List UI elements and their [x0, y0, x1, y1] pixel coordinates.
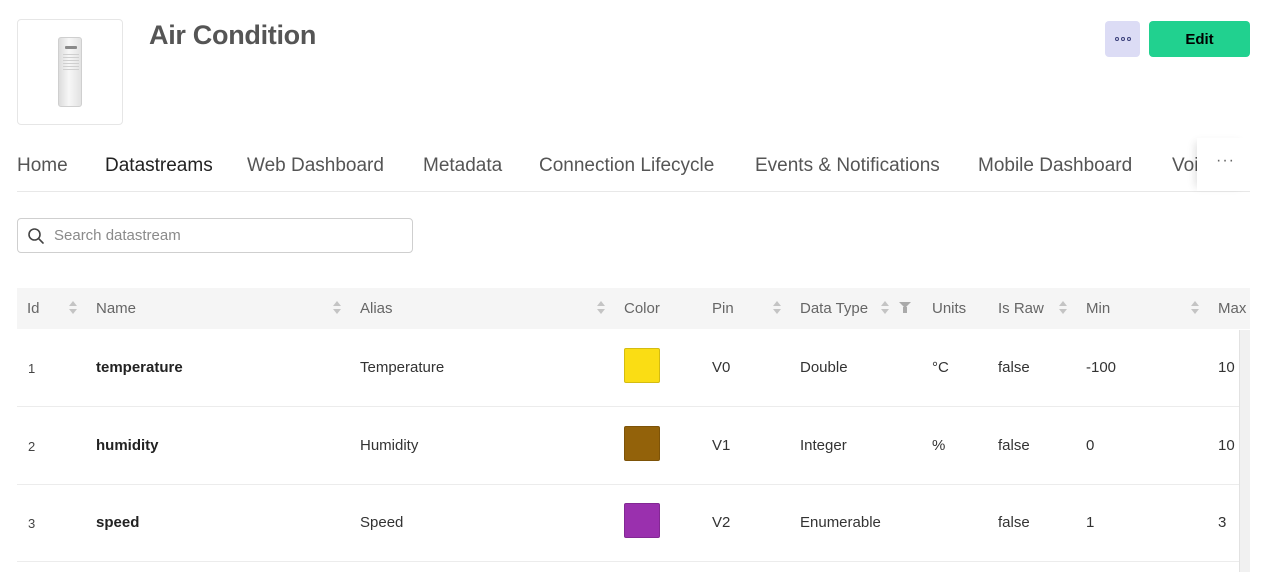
column-header-name[interactable]: Name [96, 300, 136, 317]
sort-icon[interactable] [333, 301, 341, 315]
cell-alias: Speed [360, 514, 404, 531]
cell-pin: V2 [712, 514, 731, 531]
cell-data-type: Enumerable [800, 514, 881, 531]
cell-is-raw: false [998, 359, 1030, 376]
datastreams-table: Id Name Alias Color Pin Data Type Units … [17, 288, 1250, 572]
column-header-min[interactable]: Min [1086, 300, 1110, 317]
cell-is-raw: false [998, 514, 1030, 531]
sort-icon[interactable] [773, 301, 781, 315]
column-header-is-raw[interactable]: Is Raw [998, 300, 1044, 317]
column-header-units: Units [932, 300, 967, 317]
cell-max: 10 [1218, 359, 1235, 376]
table-row[interactable]: 2 humidity Humidity V1 Integer % false 0… [17, 407, 1250, 485]
cell-units: °C [932, 359, 949, 376]
sort-icon[interactable] [881, 301, 889, 315]
column-header-max[interactable]: Max [1218, 300, 1246, 317]
more-options-button[interactable] [1105, 21, 1140, 57]
cell-data-type: Integer [800, 437, 847, 454]
search-icon [18, 219, 54, 252]
cell-id: 2 [28, 439, 36, 454]
tab-bar: Home Datastreams Web Dashboard Metadata … [17, 138, 1250, 192]
column-header-pin[interactable]: Pin [712, 300, 734, 317]
color-swatch [624, 426, 660, 461]
table-scrollbar[interactable] [1239, 330, 1250, 572]
cell-id: 3 [28, 516, 36, 531]
tab-home[interactable]: Home [17, 155, 68, 177]
device-thumbnail [17, 19, 123, 125]
cell-units: % [932, 437, 946, 454]
sort-icon[interactable] [597, 301, 605, 315]
cell-is-raw: false [998, 437, 1030, 454]
tab-events-notifications[interactable]: Events & Notifications [755, 155, 940, 177]
sort-icon[interactable] [1059, 301, 1067, 315]
more-options-icon [1114, 37, 1119, 41]
column-header-color: Color [624, 300, 660, 317]
cell-name: speed [96, 514, 140, 531]
color-swatch [624, 503, 660, 538]
column-header-data-type[interactable]: Data Type [800, 300, 868, 317]
tab-web-dashboard[interactable]: Web Dashboard [247, 155, 384, 177]
tab-connection-lifecycle[interactable]: Connection Lifecycle [539, 155, 714, 177]
tabs-viewport: Home Datastreams Web Dashboard Metadata … [17, 138, 1197, 191]
page-title: Air Condition [149, 20, 317, 50]
cell-max: 10 [1218, 437, 1235, 454]
cell-alias: Temperature [360, 359, 445, 376]
cell-alias: Humidity [360, 437, 419, 454]
search-input[interactable] [54, 227, 412, 244]
cell-min: 1 [1086, 514, 1095, 531]
table-row[interactable]: 3 speed Speed V2 Enumerable false 1 3 [17, 484, 1250, 562]
cell-pin: V1 [712, 437, 731, 454]
tab-datastreams[interactable]: Datastreams [105, 155, 213, 177]
tab-voice[interactable]: Voi [1172, 155, 1197, 177]
tab-mobile-dashboard[interactable]: Mobile Dashboard [978, 155, 1132, 177]
color-swatch [624, 348, 660, 383]
tabs-more-icon[interactable]: ··· [1216, 152, 1235, 170]
tab-metadata[interactable]: Metadata [423, 155, 502, 177]
cell-data-type: Double [800, 359, 848, 376]
cell-name: temperature [96, 359, 183, 376]
sort-icon[interactable] [1191, 301, 1199, 315]
cell-max: 3 [1218, 514, 1227, 531]
table-row[interactable]: 1 temperature Temperature V0 Double °C f… [17, 329, 1250, 407]
cell-min: -100 [1086, 359, 1117, 376]
cell-name: humidity [96, 437, 159, 454]
cell-min: 0 [1086, 437, 1095, 454]
column-header-id[interactable]: Id [27, 300, 40, 317]
filter-icon[interactable] [899, 302, 911, 313]
search-box[interactable] [17, 218, 413, 253]
cell-id: 1 [28, 361, 36, 376]
table-header: Id Name Alias Color Pin Data Type Units … [17, 288, 1250, 329]
air-conditioner-image [58, 37, 82, 107]
cell-pin: V0 [712, 359, 731, 376]
sort-icon[interactable] [69, 301, 77, 315]
column-header-alias[interactable]: Alias [360, 300, 393, 317]
edit-button[interactable]: Edit [1149, 21, 1250, 57]
